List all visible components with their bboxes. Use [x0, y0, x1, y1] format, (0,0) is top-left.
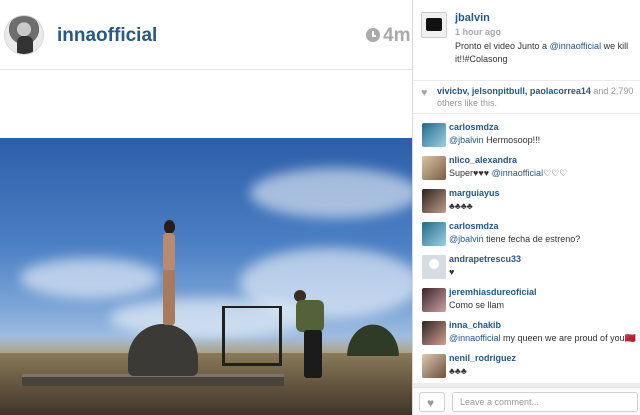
- likers-names[interactable]: vivicbv, jelsonpitbull, paolacorrea14: [437, 86, 591, 96]
- caption-username[interactable]: jbalvin: [455, 12, 490, 24]
- post-photo[interactable]: [0, 138, 412, 415]
- comment-text: @innaofficial my queen we are proud of y…: [449, 333, 637, 344]
- comment-username[interactable]: nenil_rodriguez: [449, 353, 516, 363]
- heart-icon: ♥: [427, 396, 435, 410]
- avatar[interactable]: [422, 354, 446, 378]
- likes-text: vivicbv, jelsonpitbull, paolacorrea14 an…: [437, 85, 637, 109]
- list-item: carlosmdza @jbalvin tiene fecha de estre…: [413, 217, 640, 249]
- comment-text: ♣♣♣♣: [449, 201, 473, 211]
- heart-icon: ♥: [421, 87, 428, 99]
- post-time-value: 4m: [383, 25, 411, 46]
- comment-username[interactable]: marguiayus: [449, 188, 500, 198]
- caption-time: 1 hour ago: [455, 27, 502, 37]
- comments-panel: jbalvin 1 hour ago Pronto el video Junto…: [412, 0, 640, 415]
- avatar[interactable]: [422, 255, 446, 279]
- comment-mention[interactable]: @innaofficial: [492, 168, 544, 178]
- comment-input[interactable]: [452, 392, 638, 412]
- poster-avatar[interactable]: [4, 15, 44, 55]
- caption-text: Pronto el video Junto a @innaofficial we…: [455, 40, 635, 66]
- list-item: nenil_rodriguez ♣♣♣: [413, 349, 640, 381]
- comment-username[interactable]: andrapetrescu33: [449, 254, 521, 264]
- post-spacer: [0, 70, 412, 138]
- comment-mention[interactable]: @jbalvin: [449, 135, 484, 145]
- avatar[interactable]: [422, 156, 446, 180]
- post-panel: innaofficial 4m: [0, 0, 412, 415]
- comment-body: ♡♡♡: [543, 168, 568, 178]
- comment-username[interactable]: jeremhiasdureoficial: [449, 287, 537, 297]
- comment-username[interactable]: inna_chakib: [449, 320, 501, 330]
- comment-text: Super♥♥♥ @innaofficial♡♡♡: [449, 168, 637, 179]
- avatar[interactable]: [422, 321, 446, 345]
- list-item: marguiayus ♣♣♣♣: [413, 184, 640, 216]
- caption-avatar[interactable]: [421, 12, 447, 38]
- comment-username[interactable]: nlico_alexandra: [449, 155, 517, 165]
- clock-icon: [366, 28, 380, 42]
- avatar[interactable]: [422, 222, 446, 246]
- comment-list: carlosmdza @jbalvin Hermosoop!!! nlico_a…: [413, 118, 640, 388]
- avatar[interactable]: [422, 189, 446, 213]
- comment-text: @jbalvin tiene fecha de estreno?: [449, 234, 637, 244]
- list-item: nlico_alexandra Super♥♥♥ @innaofficial♡♡…: [413, 151, 640, 183]
- caption-text-part: Pronto el video Junto a: [455, 41, 550, 51]
- comment-body: tiene fecha de estreno?: [483, 234, 581, 244]
- list-item: jeremhiasdureoficial Como se llam: [413, 283, 640, 315]
- avatar[interactable]: [422, 123, 446, 147]
- comment-mention[interactable]: @innaofficial: [449, 333, 501, 343]
- likes-summary: ♥ vivicbv, jelsonpitbull, paolacorrea14 …: [413, 80, 640, 114]
- like-button[interactable]: ♥: [419, 392, 445, 412]
- list-item: carlosmdza @jbalvin Hermosoop!!!: [413, 118, 640, 150]
- comment-body: Hermosoop!!!: [483, 135, 541, 145]
- comment-username[interactable]: carlosmdza: [449, 122, 499, 132]
- comment-mention[interactable]: @jbalvin: [449, 234, 484, 244]
- comment-body: my queen we are proud of you🇲🇦: [500, 333, 636, 343]
- caption-mention[interactable]: @innaofficial: [550, 41, 602, 51]
- avatar[interactable]: [422, 288, 446, 312]
- post-caption: jbalvin 1 hour ago Pronto el video Junto…: [413, 0, 640, 78]
- poster-username[interactable]: innaofficial: [57, 25, 157, 47]
- post-time: 4m: [366, 25, 410, 47]
- comment-text: Como se llam: [449, 300, 505, 310]
- comment-body: Super♥♥♥: [449, 168, 492, 178]
- comment-text: ♥: [449, 267, 455, 277]
- list-item: inna_chakib @innaofficial my queen we ar…: [413, 316, 640, 348]
- list-item: andrapetrescu33 ♥: [413, 250, 640, 282]
- comment-bar: ♥: [413, 387, 640, 415]
- comment-username[interactable]: carlosmdza: [449, 221, 499, 231]
- comment-text: ♣♣♣: [449, 366, 467, 376]
- comment-text: @jbalvin Hermosoop!!!: [449, 135, 637, 145]
- post-header: innaofficial 4m: [0, 0, 412, 70]
